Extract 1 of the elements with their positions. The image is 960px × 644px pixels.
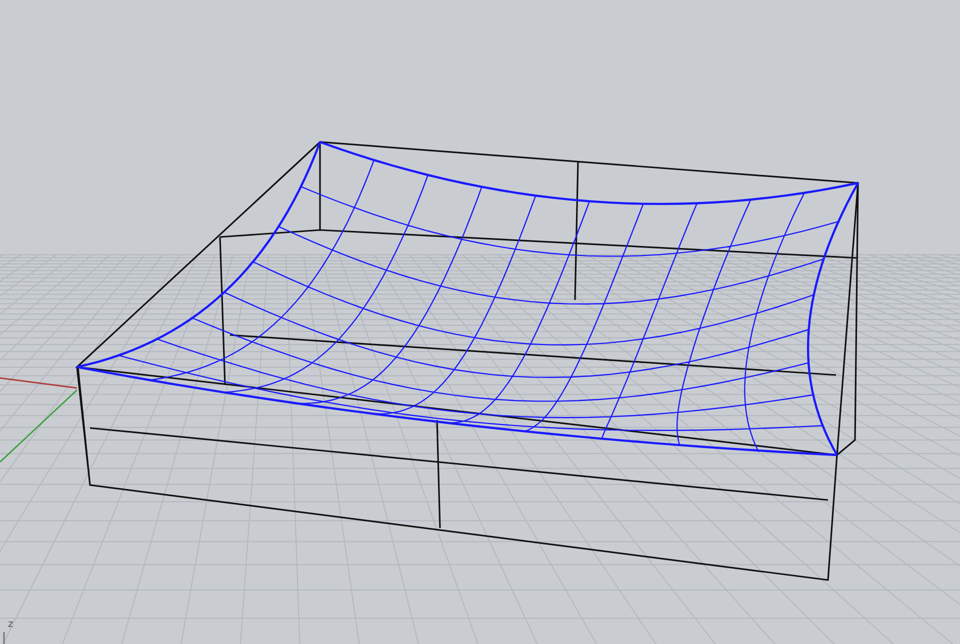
axis-label: z: [8, 619, 14, 630]
